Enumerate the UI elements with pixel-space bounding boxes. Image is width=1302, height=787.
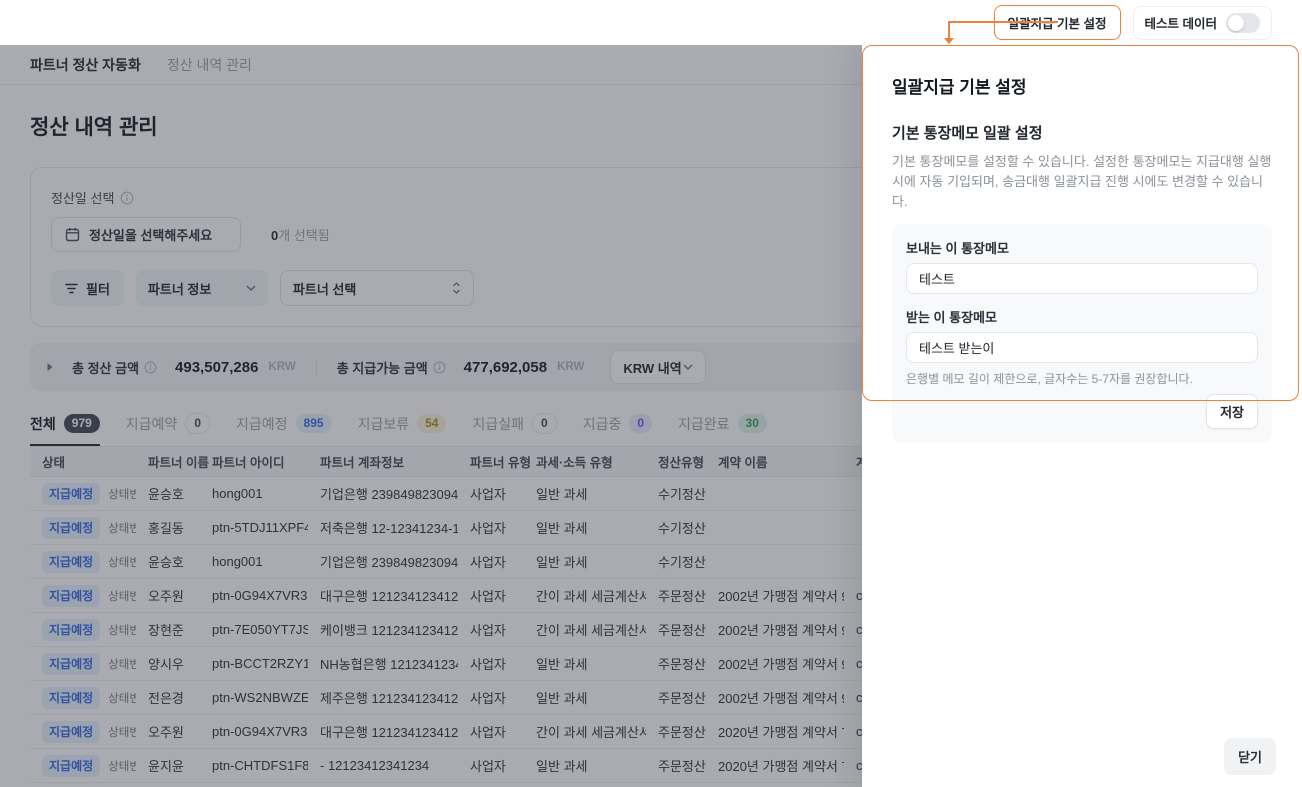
save-button[interactable]: 저장 — [1206, 394, 1258, 429]
close-button[interactable]: 닫기 — [1224, 738, 1276, 775]
callout-arrow-icon — [944, 38, 954, 44]
callout-connector-line — [948, 21, 950, 38]
callout-connector-line — [948, 21, 1058, 23]
toggle-knob — [1228, 15, 1244, 31]
drawer-title: 일괄지급 기본 설정 — [892, 73, 1272, 98]
sender-memo-input[interactable] — [906, 263, 1258, 294]
test-data-label: 테스트 데이터 — [1145, 13, 1217, 32]
memo-section-description: 기본 통장메모를 설정할 수 있습니다. 설정한 통장메모는 지급대행 실행 시… — [892, 152, 1272, 212]
memo-section-title: 기본 통장메모 일괄 설정 — [892, 122, 1272, 143]
receiver-memo-label: 받는 이 통장메모 — [906, 307, 1258, 326]
sender-memo-label: 보내는 이 통장메모 — [906, 238, 1258, 257]
bulk-payment-settings-drawer: 일괄지급 기본 설정 기본 통장메모 일괄 설정 기본 통장메모를 설정할 수 … — [862, 45, 1302, 787]
bulk-payment-settings-button[interactable]: 일괄지급 기본 설정 — [994, 5, 1121, 40]
top-bar: 일괄지급 기본 설정 테스트 데이터 — [0, 0, 1302, 45]
memo-helper-text: 은행별 메모 길이 제한으로, 글자수는 5-7자를 권장합니다. — [906, 370, 1258, 387]
test-data-toggle[interactable] — [1226, 13, 1260, 33]
memo-settings-card: 보내는 이 통장메모 받는 이 통장메모 은행별 메모 길이 제한으로, 글자수… — [892, 224, 1272, 443]
test-data-toggle-group: 테스트 데이터 — [1133, 6, 1272, 40]
receiver-memo-input[interactable] — [906, 332, 1258, 363]
